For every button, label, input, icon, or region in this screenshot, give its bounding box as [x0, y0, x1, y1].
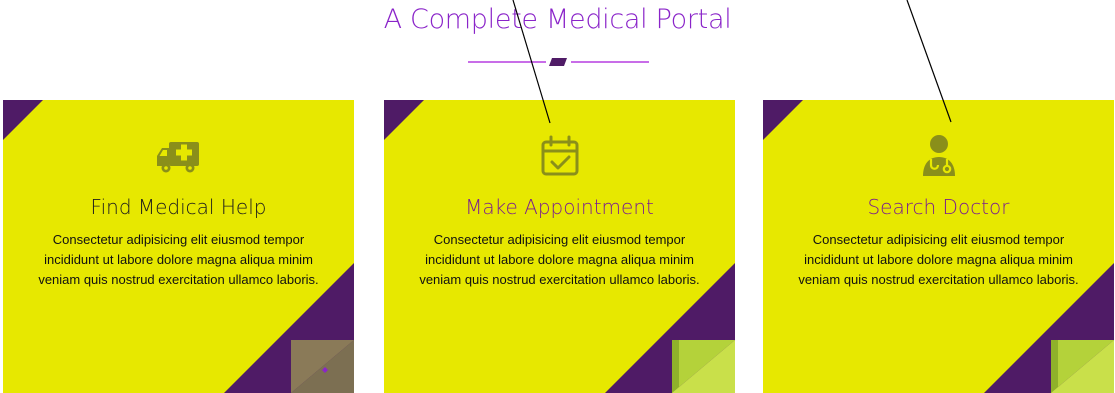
- card-description: Consectetur adipisicing elit eiusmod tem…: [419, 232, 700, 287]
- card-description: Consectetur adipisicing elit eiusmod tem…: [38, 232, 319, 287]
- card-title: Find Medical Help: [90, 195, 267, 219]
- section-title: A Complete Medical Portal: [383, 4, 732, 35]
- card-search-doctor[interactable]: Search Doctor Consectetur adipisicing el…: [763, 100, 1114, 393]
- card-make-appointment[interactable]: Make Appointment Consectetur adipisicing…: [384, 100, 735, 393]
- read-more-button[interactable]: [291, 340, 354, 393]
- card-description: Consectetur adipisicing elit eiusmod tem…: [798, 232, 1079, 287]
- read-more-button[interactable]: [672, 340, 735, 393]
- calendar-check-icon: [541, 135, 578, 176]
- doctor-icon: [922, 135, 955, 176]
- ambulance-icon: [156, 142, 199, 173]
- card-find-medical-help[interactable]: Find Medical Help Consectetur adipisicin…: [3, 100, 354, 393]
- card-title: Search Doctor: [867, 195, 1010, 219]
- card-title: Make Appointment: [465, 195, 654, 219]
- read-more-button[interactable]: [1051, 340, 1114, 393]
- title-divider: [468, 58, 649, 66]
